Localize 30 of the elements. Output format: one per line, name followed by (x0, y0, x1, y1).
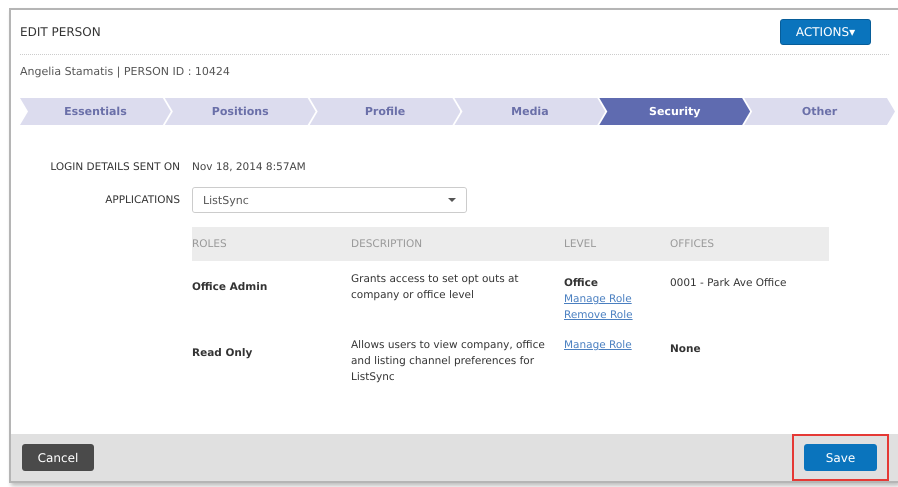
role-description: Grants access to set opt outs at company or office level (351, 272, 520, 303)
applications-select[interactable]: ListSync (192, 187, 467, 213)
column-header: OFFICES (670, 238, 716, 250)
role-link[interactable]: Manage Role (564, 291, 632, 307)
panel-title: EDIT PERSON (20, 25, 101, 39)
actions-button[interactable]: ACTIONS▾ (780, 19, 871, 45)
tab[interactable]: Other (744, 98, 895, 125)
column-header: ROLES (192, 238, 228, 250)
role-level: Office (564, 276, 599, 291)
tab[interactable]: Positions (164, 98, 316, 125)
role-link[interactable]: Remove Role (564, 307, 633, 323)
tab[interactable]: Profile (310, 98, 460, 125)
role-link[interactable]: Manage Role (564, 337, 632, 353)
column-header: DESCRIPTION (351, 238, 424, 250)
role-description: Allows users to view company, office and listing channel preferences for ListSync (351, 338, 546, 385)
caret-icon (448, 198, 456, 202)
cancel-button[interactable]: Cancel (22, 444, 94, 471)
field-label: APPLICATIONS (104, 194, 180, 206)
field-value: Nov 18, 2014 8:57AM (192, 161, 307, 173)
field-label: LOGIN DETAILS SENT ON (49, 161, 180, 173)
role-offices: None (670, 342, 702, 357)
person-info: Angelia Stamatis | PERSON ID : 10424 (20, 65, 231, 78)
role-offices: 0001 - Park Ave Office (670, 276, 788, 291)
tab[interactable]: Security (599, 98, 750, 125)
role-name: Read Only (192, 346, 254, 361)
save-button[interactable]: Save (804, 444, 877, 471)
role-name: Office Admin (192, 280, 268, 295)
tab[interactable]: Media (454, 98, 606, 125)
tab[interactable]: Essentials (20, 98, 171, 125)
column-header: LEVEL (564, 238, 598, 250)
